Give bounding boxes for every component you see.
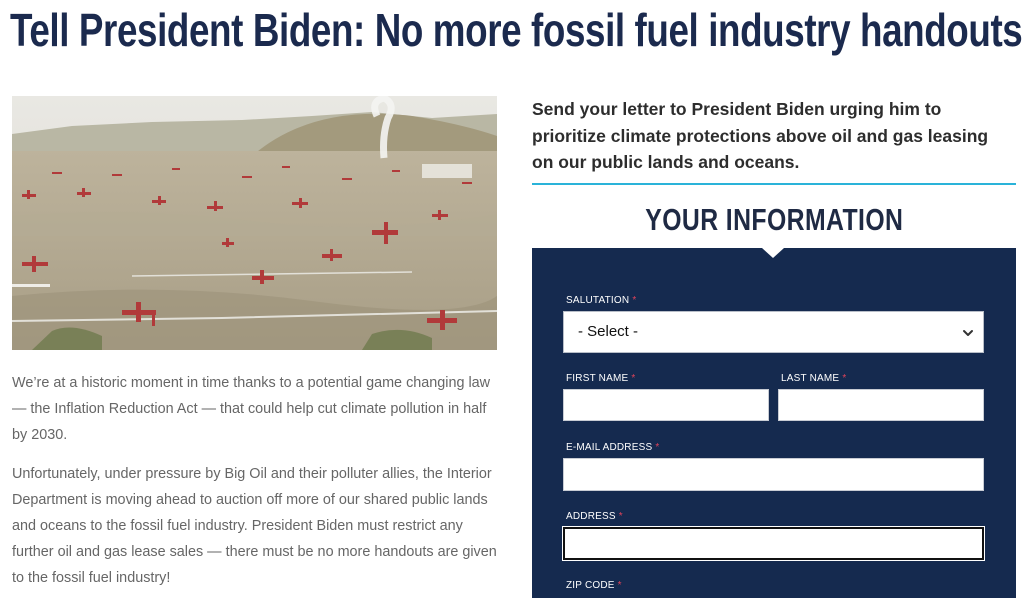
address-label-text: ADDRESS xyxy=(566,511,616,522)
last-name-label-text: LAST NAME xyxy=(781,373,840,384)
page-title: Tell President Biden: No more fossil fue… xyxy=(10,4,1024,56)
email-label: E-MAIL ADDRESS * xyxy=(566,442,659,454)
required-marker: * xyxy=(842,373,847,384)
salutation-label-text: SALUTATION xyxy=(566,295,630,306)
section-title: YOUR INFORMATION xyxy=(532,200,1016,240)
required-marker: * xyxy=(655,442,660,453)
salutation-label: SALUTATION * xyxy=(566,295,636,307)
zip-code-label: ZIP CODE * xyxy=(566,580,622,592)
required-marker: * xyxy=(632,295,637,306)
first-name-label: FIRST NAME * xyxy=(566,373,635,385)
address-field[interactable] xyxy=(563,527,984,560)
required-marker: * xyxy=(617,580,622,591)
required-marker: * xyxy=(631,373,636,384)
body-copy: We’re at a historic moment in time thank… xyxy=(12,370,502,604)
divider xyxy=(532,183,1016,185)
required-marker: * xyxy=(618,511,623,522)
last-name-label: LAST NAME * xyxy=(781,373,846,385)
zip-code-label-text: ZIP CODE xyxy=(566,580,615,591)
address-label: ADDRESS * xyxy=(566,511,623,523)
body-paragraph: We’re at a historic moment in time thank… xyxy=(12,375,491,443)
chevron-down-icon xyxy=(963,330,973,336)
hero-image-oil-field xyxy=(12,96,497,350)
salutation-selected-value: - Select - xyxy=(578,323,639,340)
form-lede: Send your letter to President Biden urgi… xyxy=(532,99,989,172)
body-paragraph: Unfortunately, under pressure by Big Oil… xyxy=(12,466,497,586)
email-label-text: E-MAIL ADDRESS xyxy=(566,442,653,453)
salutation-select[interactable]: - Select - xyxy=(563,311,984,353)
section-title-text: YOUR INFORMATION xyxy=(644,202,904,237)
first-name-field[interactable] xyxy=(563,389,769,421)
first-name-label-text: FIRST NAME xyxy=(566,373,629,384)
last-name-field[interactable] xyxy=(778,389,984,421)
email-field[interactable] xyxy=(563,458,984,491)
panel-notch xyxy=(762,248,784,258)
